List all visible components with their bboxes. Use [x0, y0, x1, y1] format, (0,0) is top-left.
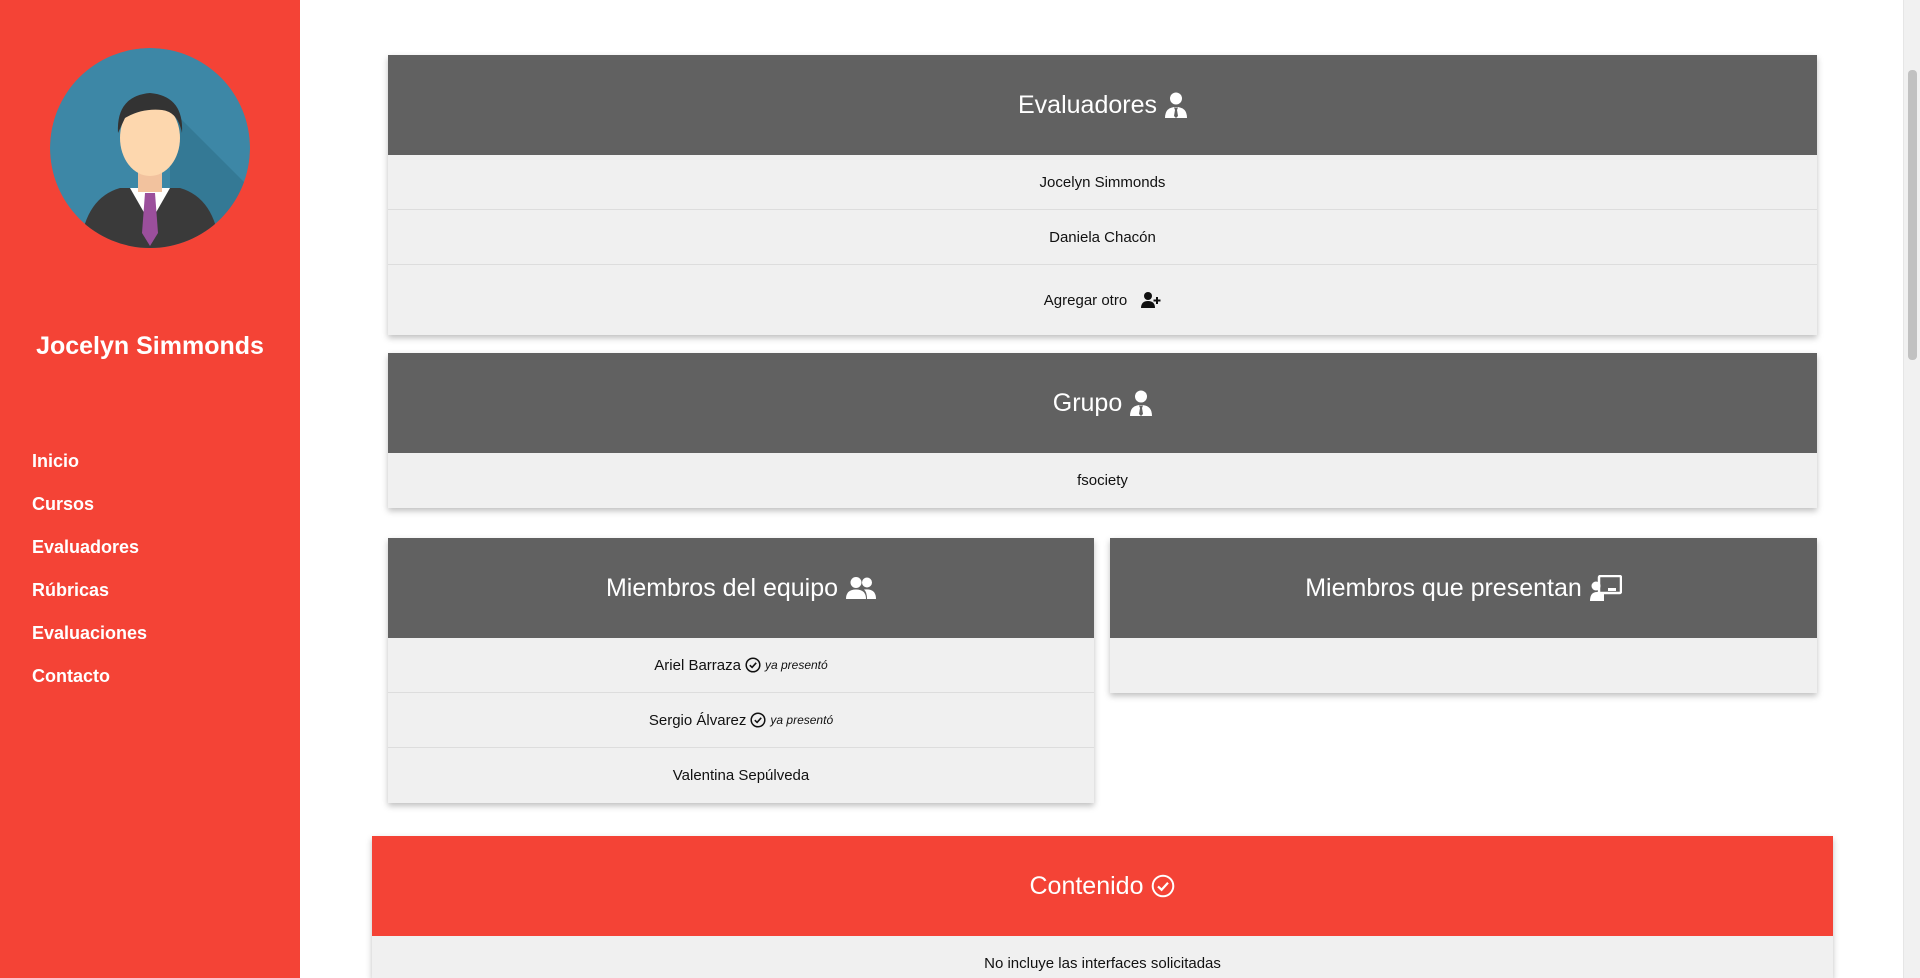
evaluador-row: Daniela Chacón [388, 210, 1817, 265]
presentan-header: Miembros que presentan [1110, 538, 1817, 638]
evaluadores-header: Evaluadores [388, 55, 1817, 155]
users-icon [846, 577, 877, 599]
add-evaluador-label: Agregar otro [1043, 291, 1128, 309]
contenido-title: Contenido [1029, 871, 1144, 900]
presentan-card: Miembros que presentan [1110, 538, 1817, 693]
nav-item-cursos[interactable]: Cursos [32, 491, 94, 517]
user-name: Jocelyn Simmonds [36, 332, 264, 360]
contenido-card: Contenido No incluye las interfaces soli… [372, 836, 1833, 978]
nav-item-evaluadores[interactable]: Evaluadores [32, 534, 139, 560]
presented-status: ya presentó [764, 658, 828, 672]
member-row: Sergio Álvarez ya presentó [388, 693, 1094, 748]
evaluador-row: Jocelyn Simmonds [388, 155, 1817, 210]
presentan-title: Miembros que presentan [1305, 573, 1582, 602]
grupo-header: Grupo [388, 353, 1817, 453]
nav-item-evaluaciones[interactable]: Evaluaciones [32, 620, 147, 646]
nav-item-inicio[interactable]: Inicio [32, 448, 79, 474]
presented-status: ya presentó [770, 713, 834, 727]
nav-item-rubricas[interactable]: Rúbricas [32, 577, 109, 603]
contenido-text: No incluye las interfaces solicitadas [984, 955, 1221, 972]
chalkboard-teacher-icon [1589, 575, 1622, 601]
user-tie-icon [1164, 92, 1187, 118]
sidebar: Jocelyn Simmonds Inicio Cursos Evaluador… [0, 0, 300, 978]
presentan-empty-row [1110, 638, 1817, 693]
grupo-name: fsociety [1077, 472, 1128, 489]
nav-item-contacto[interactable]: Contacto [32, 663, 110, 689]
user-plus-icon [1141, 292, 1161, 308]
grupo-title: Grupo [1052, 388, 1123, 417]
member-name: Ariel Barraza [654, 656, 741, 674]
contenido-header: Contenido [372, 836, 1833, 936]
sidebar-nav: Inicio Cursos Evaluadores Rúbricas Evalu… [32, 448, 147, 706]
scrollbar-thumb[interactable] [1908, 70, 1917, 360]
grupo-card: Grupo fsociety [388, 353, 1817, 508]
miembros-header: Miembros del equipo [388, 538, 1094, 638]
check-circle-icon [745, 657, 761, 673]
member-row: Ariel Barraza ya presentó [388, 638, 1094, 693]
add-evaluador-button[interactable]: Agregar otro [388, 265, 1817, 335]
check-circle-icon [750, 712, 766, 728]
avatar [50, 48, 250, 248]
miembros-card: Miembros del equipo Ariel Barraza ya pre… [388, 538, 1094, 803]
member-name: Valentina Sepúlveda [672, 767, 810, 784]
evaluadores-title: Evaluadores [1018, 90, 1157, 119]
user-tie-icon [1130, 390, 1153, 416]
miembros-title: Miembros del equipo [605, 573, 839, 602]
member-name: Sergio Álvarez [648, 711, 747, 729]
check-circle-icon [1151, 874, 1175, 898]
member-row: Valentina Sepúlveda [388, 748, 1094, 803]
page-scrollbar[interactable] [1903, 0, 1920, 978]
evaluadores-card: Evaluadores Jocelyn Simmonds Daniela Cha… [388, 55, 1817, 335]
